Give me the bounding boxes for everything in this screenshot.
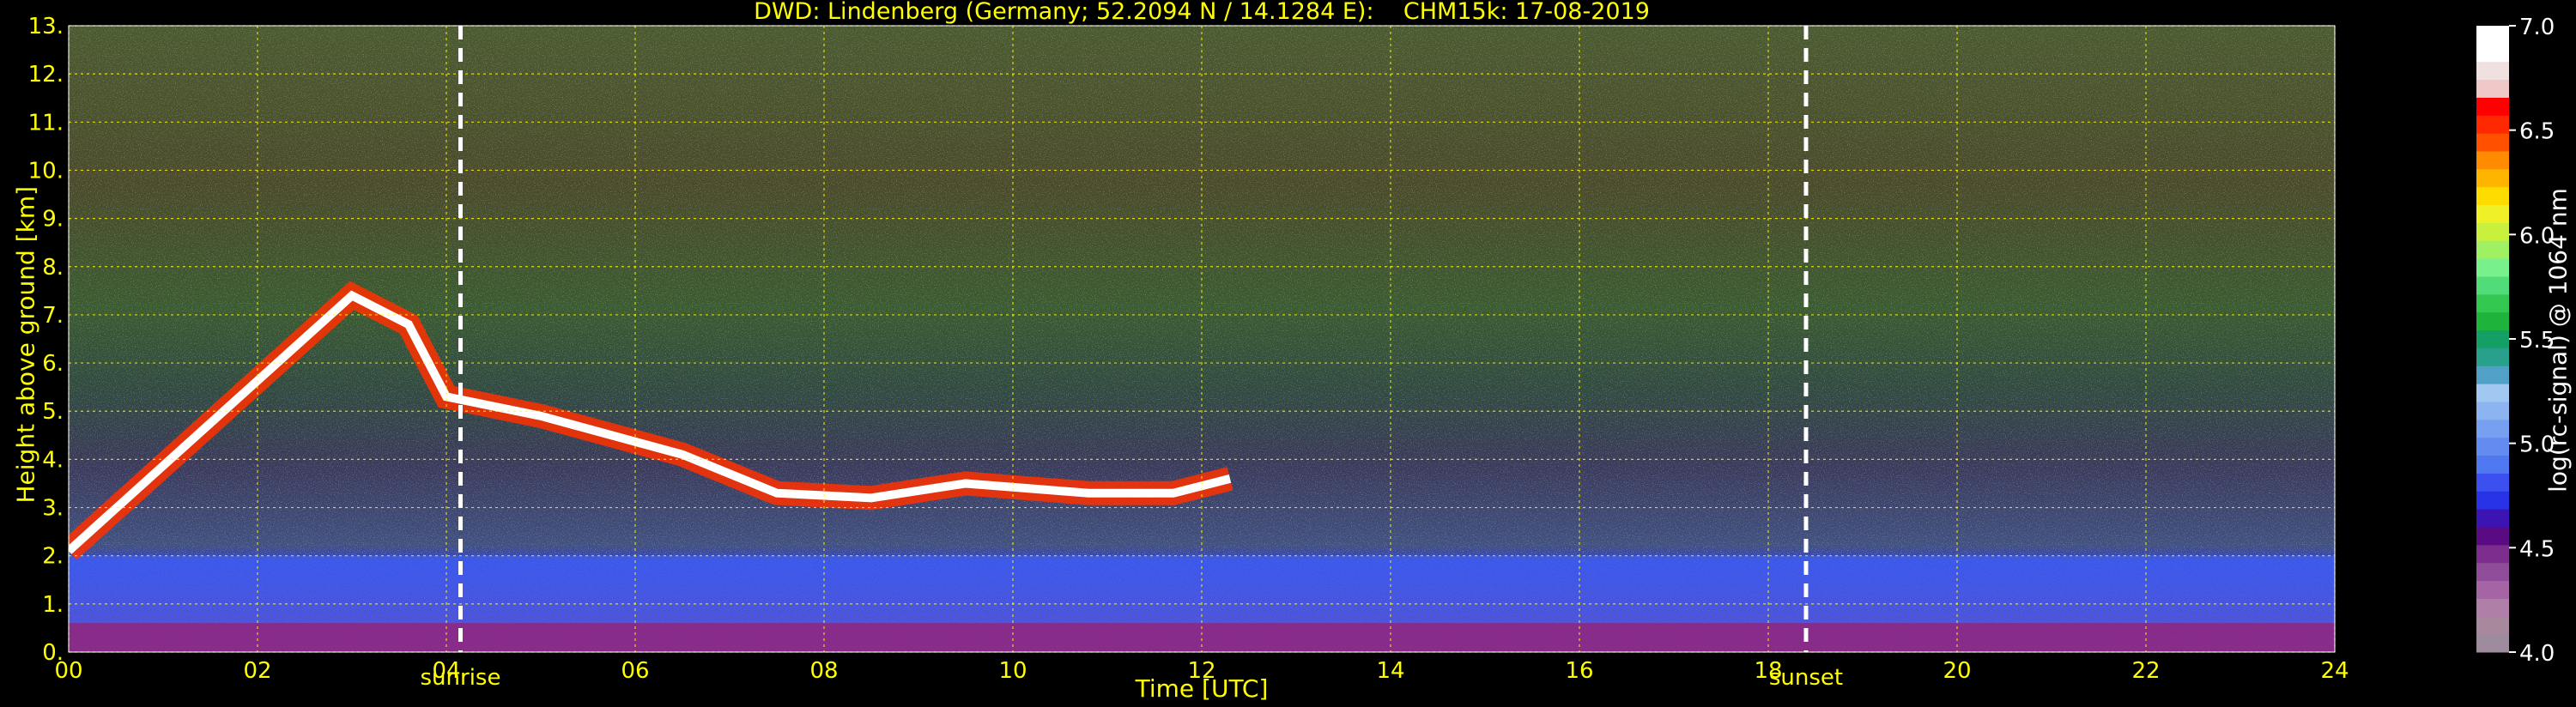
colorbar-segment (2476, 186, 2509, 206)
colorbar-segment (2476, 204, 2509, 223)
colorbar-segment (2476, 598, 2509, 617)
colorbar-segment (2476, 473, 2509, 492)
colorbar-segment (2476, 455, 2509, 474)
colorbar-tick-label: 4.0 (2519, 641, 2555, 667)
colorbar-segment (2476, 168, 2509, 188)
colorbar-segment (2476, 151, 2509, 170)
colorbar-segment (2476, 402, 2509, 420)
colorbar-tick-label: 4.5 (2519, 536, 2555, 562)
colorbar-segment (2476, 293, 2509, 313)
colorbar-segment (2476, 491, 2509, 510)
colorbar-segment (2476, 366, 2509, 384)
colorbar-segment (2476, 562, 2509, 582)
ceilometer-figure: DWD: Lindenberg (Germany; 52.2094 N / 14… (0, 0, 2576, 707)
colorbar-segment (2476, 616, 2509, 635)
colorbar-segment (2476, 384, 2509, 402)
colorbar: 4.04.55.05.56.06.57.0 (2476, 15, 2555, 667)
colorbar-segment (2476, 43, 2509, 63)
colorbar-segment (2476, 97, 2509, 116)
colorbar-segment (2476, 634, 2509, 653)
colorbar-tick-label: 6.5 (2519, 119, 2555, 145)
colorbar-segment (2476, 509, 2509, 528)
colorbar-segment (2476, 311, 2509, 331)
colorbar-segment (2476, 79, 2509, 98)
colorbar-segment (2476, 544, 2509, 564)
colorbar-segment (2476, 133, 2509, 152)
colorbar-segment (2476, 437, 2509, 456)
colorbar-segment (2476, 222, 2509, 241)
colorbar-segment (2476, 61, 2509, 81)
colorbar-segment (2476, 347, 2509, 366)
colorbar-segment (2476, 258, 2509, 277)
colorbar-tick-label: 7.0 (2519, 15, 2555, 40)
colorbar-label: log(rc-signal) @ 1064 nm (2543, 188, 2573, 492)
colorbar-segment (2476, 329, 2509, 348)
colorbar-segment (2476, 115, 2509, 134)
colorbar-segment (2476, 26, 2509, 45)
colorbar-segment (2476, 240, 2509, 259)
colorbar-segment (2476, 419, 2509, 438)
colorbar-segment (2476, 527, 2509, 546)
colorbar-segment (2476, 276, 2509, 295)
colorbar-segment (2476, 580, 2509, 599)
